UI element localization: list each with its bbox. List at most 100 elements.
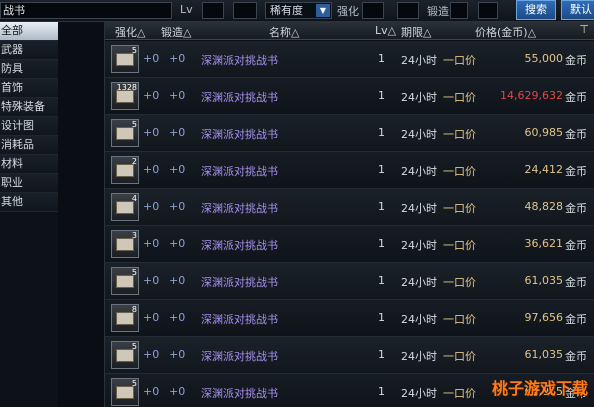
price-currency: 金币: [565, 165, 587, 178]
category-item-material[interactable]: 材料: [0, 155, 58, 174]
strengthen-value: +0: [143, 385, 160, 398]
category-item-accessory[interactable]: 首饰: [0, 79, 58, 98]
forge-min-input[interactable]: [450, 2, 468, 19]
sale-type: 一口价: [443, 313, 476, 326]
scroll-icon: 3: [111, 230, 139, 258]
table-row[interactable]: 8 +0 +0 深渊派对挑战书 1 24小时 一口价 97,656 金币: [105, 300, 594, 337]
forge-value: +0: [169, 274, 186, 287]
listing-rows: 5 +0 +0 深渊派对挑战书 1 24小时 一口价 55,000 金币 132…: [105, 41, 594, 407]
item-name: 深渊派对挑战书: [201, 54, 278, 67]
price-currency: 金币: [565, 350, 587, 363]
rarity-select[interactable]: 稀有度 ▼: [265, 2, 332, 19]
item-level: 1: [378, 89, 385, 102]
item-name: 深渊派对挑战书: [201, 128, 278, 141]
forge-max-input[interactable]: [478, 2, 498, 19]
item-level: 1: [378, 237, 385, 250]
forge-value: +0: [169, 52, 186, 65]
item-duration: 24小时: [401, 276, 437, 289]
header-strengthen[interactable]: 强化△: [115, 24, 145, 40]
header-forge[interactable]: 锻造△: [161, 24, 191, 40]
sale-type: 一口价: [443, 387, 476, 400]
table-row[interactable]: 2 +0 +0 深渊派对挑战书 1 24小时 一口价 24,412 金币: [105, 152, 594, 189]
sale-type: 一口价: [443, 350, 476, 363]
strengthen-value: +0: [143, 311, 160, 324]
forge-value: +0: [169, 237, 186, 250]
item-duration: 24小时: [401, 54, 437, 67]
item-level: 1: [378, 274, 385, 287]
search-input[interactable]: 战书: [0, 2, 172, 19]
category-item-armor[interactable]: 防具: [0, 60, 58, 79]
scroll-icon: 5: [111, 378, 139, 406]
item-name: 深渊派对挑战书: [201, 387, 278, 400]
forge-value: +0: [169, 126, 186, 139]
sale-type: 一口价: [443, 91, 476, 104]
header-duration[interactable]: 期限△: [401, 24, 431, 40]
search-button[interactable]: 搜索: [516, 0, 556, 20]
strengthen-value: +0: [143, 348, 160, 361]
item-duration: 24小时: [401, 350, 437, 363]
scroll-icon: 5: [111, 341, 139, 369]
item-quantity: 5: [131, 342, 137, 351]
strengthen-label: 强化: [337, 5, 359, 18]
item-duration: 24小时: [401, 387, 437, 400]
sale-type: 一口价: [443, 239, 476, 252]
scroll-icon: 5: [111, 119, 139, 147]
list-header: 强化△ 锻造△ 名称△ Lv△ 期限△ 价格(金币)△ ⊤: [105, 22, 594, 40]
item-quantity: 5: [131, 268, 137, 277]
table-row[interactable]: 5 +0 +0 深渊派对挑战书 1 24小时 一口价 61,035 金币: [105, 263, 594, 300]
strengthen-value: +0: [143, 274, 160, 287]
table-row[interactable]: 5 +0 +0 深渊派对挑战书 1 24小时 一口价 61,035 金币: [105, 337, 594, 374]
item-level: 1: [378, 163, 385, 176]
table-row[interactable]: 3 +0 +0 深渊派对挑战书 1 24小时 一口价 36,621 金币: [105, 226, 594, 263]
default-button[interactable]: 默认: [561, 0, 594, 20]
level-min-input[interactable]: [202, 2, 224, 19]
table-row[interactable]: 4 +0 +0 深渊派对挑战书 1 24小时 一口价 48,828 金币: [105, 189, 594, 226]
forge-value: +0: [169, 311, 186, 324]
forge-value: +0: [169, 89, 186, 102]
header-price[interactable]: 价格(金币)△: [475, 24, 536, 40]
price-currency: 金币: [565, 202, 587, 215]
item-price: 60,985: [524, 126, 564, 139]
sale-type: 一口价: [443, 276, 476, 289]
price-currency: 金币: [565, 313, 587, 326]
item-name: 深渊派对挑战书: [201, 313, 278, 326]
item-quantity: 3: [131, 231, 137, 240]
category-item-design[interactable]: 设计图: [0, 117, 58, 136]
item-price: 48,828: [524, 200, 564, 213]
table-row[interactable]: 5 +0 +0 深渊派对挑战书 1 24小时 一口价 55,000 金币: [105, 41, 594, 78]
category-item-other[interactable]: 其他: [0, 193, 58, 212]
scroll-icon: 2: [111, 156, 139, 184]
item-duration: 24小时: [401, 165, 437, 178]
level-max-input[interactable]: [233, 2, 257, 19]
forge-value: +0: [169, 163, 186, 176]
item-quantity: 4: [131, 194, 137, 203]
category-item-consumable[interactable]: 消耗品: [0, 136, 58, 155]
category-item-all[interactable]: 全部: [0, 22, 58, 41]
item-level: 1: [378, 52, 385, 65]
item-name: 深渊派对挑战书: [201, 165, 278, 178]
item-name: 深渊派对挑战书: [201, 202, 278, 215]
table-row[interactable]: 5 +0 +0 深渊派对挑战书 1 24小时 一口价 60,985 金币: [105, 115, 594, 152]
scroll-icon: 1328: [111, 82, 139, 110]
forge-label: 锻造: [427, 5, 449, 18]
price-currency: 金币: [565, 91, 587, 104]
item-price: 97,656: [524, 311, 564, 324]
item-duration: 24小时: [401, 128, 437, 141]
strengthen-max-input[interactable]: [397, 2, 419, 19]
header-name[interactable]: 名称△: [269, 24, 299, 40]
strengthen-min-input[interactable]: [362, 2, 384, 19]
search-toolbar: 战书 Lv 稀有度 ▼ 强化 锻造 搜索 默认: [0, 0, 594, 22]
item-level: 1: [378, 311, 385, 324]
item-quantity: 8: [131, 305, 137, 314]
category-item-special[interactable]: 特殊装备: [0, 98, 58, 117]
forge-value: +0: [169, 385, 186, 398]
site-watermark: 桃子游戏下载: [491, 379, 588, 398]
category-item-weapon[interactable]: 武器: [0, 41, 58, 60]
chevron-down-icon: ▼: [316, 4, 330, 17]
strengthen-value: +0: [143, 89, 160, 102]
sort-icon[interactable]: ⊤: [579, 23, 589, 36]
table-row[interactable]: 1328 +0 +0 深渊派对挑战书 1 24小时 一口价 14,629,632…: [105, 78, 594, 115]
category-item-job[interactable]: 职业: [0, 174, 58, 193]
item-level: 1: [378, 200, 385, 213]
header-level[interactable]: Lv△: [375, 24, 396, 37]
